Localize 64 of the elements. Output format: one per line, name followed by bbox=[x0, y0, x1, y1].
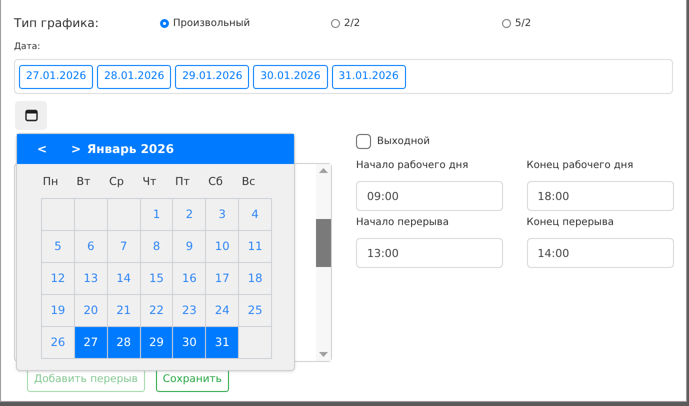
date-chip[interactable]: 31.01.2026 bbox=[332, 64, 406, 88]
radio-label: 5/2 bbox=[515, 16, 532, 30]
calendar-icon bbox=[24, 109, 38, 122]
radio-label: 2/2 bbox=[344, 16, 360, 30]
day-off-label: Выходной bbox=[377, 135, 430, 149]
scrollbar[interactable] bbox=[316, 164, 331, 361]
scroll-down-icon[interactable] bbox=[319, 352, 328, 357]
calendar-day[interactable]: 15 bbox=[140, 263, 174, 295]
field-label: Начало перерыва bbox=[356, 216, 449, 230]
calendar-day[interactable]: 8 bbox=[140, 231, 174, 263]
weekday-label: Вт bbox=[76, 174, 92, 190]
calendar-day[interactable]: 9 bbox=[173, 231, 206, 263]
calendar-button[interactable] bbox=[15, 101, 47, 130]
calendar-day[interactable]: 5 bbox=[42, 231, 75, 263]
calendar-day[interactable]: 2 bbox=[173, 199, 206, 231]
weekday-label: Пт bbox=[174, 174, 191, 190]
calendar-day[interactable]: 18 bbox=[239, 263, 272, 295]
calendar-day[interactable]: 31 bbox=[206, 327, 240, 359]
date-chip[interactable]: 27.01.2026 bbox=[19, 64, 94, 88]
calendar-day[interactable]: 10 bbox=[206, 231, 240, 263]
radio-button[interactable] bbox=[160, 18, 169, 28]
calendar-day[interactable]: 30 bbox=[173, 327, 206, 359]
calendar-day[interactable]: 12 bbox=[42, 263, 75, 295]
calendar-day[interactable]: 13 bbox=[74, 263, 108, 295]
calendar-day[interactable]: 29 bbox=[140, 327, 174, 359]
radio-button[interactable] bbox=[331, 18, 340, 28]
calendar-day[interactable]: 4 bbox=[239, 199, 272, 231]
calendar-day[interactable]: 25 bbox=[239, 295, 272, 327]
next-month-button[interactable]: > bbox=[71, 140, 83, 158]
calendar-day[interactable]: 14 bbox=[108, 263, 141, 295]
calendar-day[interactable]: 19 bbox=[42, 295, 75, 327]
time-field[interactable]: 18:00 bbox=[526, 181, 674, 211]
radio-label: Произвольный bbox=[173, 16, 250, 30]
time-field[interactable]: 09:00 bbox=[356, 181, 503, 211]
date-chip[interactable]: 28.01.2026 bbox=[97, 64, 172, 88]
calendar-day[interactable]: 1 bbox=[140, 199, 174, 231]
previous-month-button[interactable]: < bbox=[37, 140, 49, 158]
calendar-day[interactable]: 7 bbox=[108, 231, 141, 263]
weekday-label: Вс bbox=[240, 174, 256, 190]
field-label: Конец перерыва bbox=[526, 216, 614, 230]
field-label: Начало рабочего дня bbox=[356, 159, 468, 173]
time-field[interactable]: 13:00 bbox=[356, 238, 503, 268]
calendar-day[interactable]: 6 bbox=[74, 231, 108, 263]
month-title: Январь 2026 bbox=[87, 141, 174, 158]
calendar-day[interactable]: 11 bbox=[239, 231, 272, 263]
day-off-checkbox[interactable] bbox=[356, 134, 371, 149]
calendar-day[interactable]: 3 bbox=[206, 199, 240, 231]
calendar-day[interactable]: 16 bbox=[173, 263, 206, 295]
date-chip[interactable]: 30.01.2026 bbox=[253, 64, 328, 88]
calendar-day[interactable]: 28 bbox=[108, 327, 141, 359]
weekday-label: Сб bbox=[207, 174, 224, 190]
radio-button[interactable] bbox=[502, 18, 511, 28]
time-field[interactable]: 14:00 bbox=[526, 238, 674, 268]
weekday-label: Ср bbox=[108, 174, 125, 190]
date-label: Дата: bbox=[14, 41, 40, 53]
scroll-up-icon[interactable] bbox=[319, 168, 328, 173]
calendar-day[interactable]: 27 bbox=[74, 327, 108, 359]
scrollbar-thumb[interactable] bbox=[316, 218, 331, 266]
weekday-label: Пн bbox=[42, 174, 60, 190]
weekday-label: Чт bbox=[142, 174, 158, 190]
schedule-type-label: Тип графика: bbox=[14, 15, 100, 32]
date-chip[interactable]: 29.01.2026 bbox=[175, 64, 250, 88]
field-label: Конец рабочего дня bbox=[526, 159, 634, 173]
calendar-day[interactable]: 17 bbox=[206, 263, 240, 295]
